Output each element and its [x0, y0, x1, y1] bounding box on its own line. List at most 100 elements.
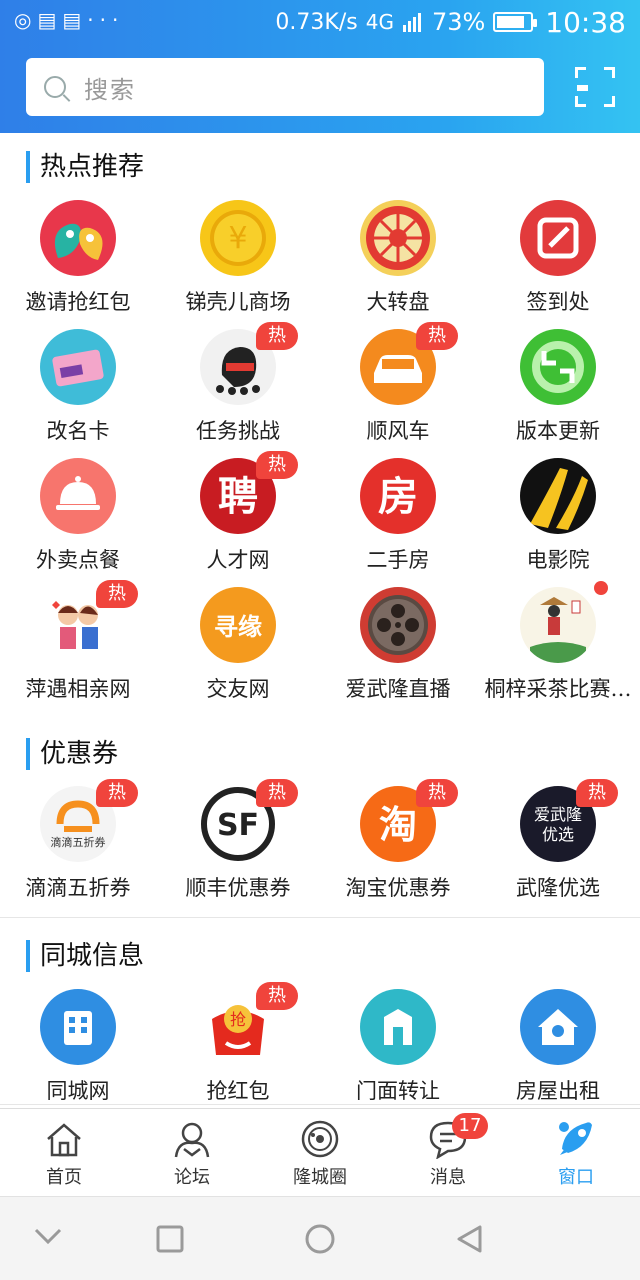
chevron-down-icon[interactable] [34, 1228, 62, 1245]
grid-item-label: 人才网 [206, 548, 270, 572]
hot-badge: 热 [96, 580, 138, 608]
grid-item[interactable]: 热任务挑战 [158, 322, 318, 459]
grid-item[interactable]: 电影院 [478, 458, 638, 588]
grid-item-label: 签到处 [526, 290, 590, 314]
grid-item[interactable]: 寻缘 交友网 [158, 587, 318, 717]
system-nav-bar [0, 1196, 640, 1280]
grid-item[interactable]: 签到处 [478, 200, 638, 330]
grid-item-label: 武隆优选 [516, 876, 600, 900]
search-placeholder: 搜索 [84, 75, 136, 104]
recent-apps-icon[interactable] [156, 1225, 184, 1253]
tab-forum[interactable]: 论坛 [128, 1109, 256, 1195]
grid-item[interactable]: 版本更新 [478, 329, 638, 459]
svg-text:优选: 优选 [542, 825, 574, 844]
battery-percent: 73% [431, 8, 486, 36]
grid-item-label: 抢红包 [206, 1079, 270, 1103]
search-input[interactable]: 搜索 [26, 58, 544, 116]
grid-item[interactable]: 门面转让 [318, 989, 478, 1119]
tea-picking-icon [520, 587, 596, 663]
grid-item[interactable]: SF 热顺丰优惠券 [158, 779, 318, 916]
grid-item-label: 电影院 [526, 548, 590, 572]
tab-message-bubble[interactable]: 17 消息 [384, 1109, 512, 1195]
grid-item[interactable]: 桐梓采茶比赛… [478, 581, 638, 717]
grid-item-label: 任务挑战 [196, 419, 280, 443]
grid-item[interactable]: 热萍遇相亲网 [0, 580, 158, 717]
grid-item-label: 锑壳儿商场 [185, 290, 291, 314]
back-icon[interactable] [457, 1225, 482, 1253]
grid-item-label: 版本更新 [516, 419, 600, 443]
grid-item[interactable]: 聘热人才网 [158, 451, 318, 588]
checkin-edit-icon [520, 200, 596, 276]
header: ◎▤▤··· 0.73K/s 4G 73% 10:38 搜索 [0, 0, 640, 133]
grid-item[interactable]: 改名卡 [0, 329, 158, 459]
grid-item-label: 门面转让 [356, 1079, 440, 1103]
more-icon: ··· [87, 8, 125, 32]
circle-planet-icon [300, 1119, 340, 1159]
tab-rocket[interactable]: 窗口 [512, 1109, 640, 1195]
rename-card-icon [40, 329, 116, 405]
network-type: 4G [365, 10, 394, 34]
hot-badge: 热 [416, 779, 458, 807]
hot-badge: 热 [576, 779, 618, 807]
battery-icon [493, 12, 538, 32]
grid-item[interactable]: 房屋出租 [478, 989, 638, 1119]
cinema-road-icon [520, 458, 596, 534]
scan-icon[interactable] [575, 67, 615, 107]
grid-item[interactable]: 滴滴五折券 热滴滴五折券 [0, 779, 158, 916]
grid-item[interactable]: 热顺风车 [318, 322, 478, 459]
gold-coin-icon: ¥ [200, 200, 276, 276]
svg-text:SF: SF [217, 808, 259, 843]
hot-badge: 热 [256, 779, 298, 807]
grid-item-label: 滴滴五折券 [25, 876, 131, 900]
grid-item-label: 交友网 [206, 677, 270, 701]
home-circle-icon[interactable] [305, 1224, 335, 1254]
svg-text:爱武隆: 爱武隆 [534, 805, 582, 824]
grid-item[interactable]: 邀请抢红包 [0, 200, 158, 330]
status-left-icons: ◎▤▤··· [14, 8, 124, 32]
clock: 10:38 [545, 5, 626, 39]
grid-item[interactable]: ¥ 锑壳儿商场 [158, 200, 318, 330]
grid-item-label: 同城网 [46, 1079, 110, 1103]
search-icon [44, 76, 66, 98]
section-divider [0, 1104, 640, 1105]
grid-item-label: 改名卡 [46, 419, 110, 443]
house-location-icon [520, 989, 596, 1065]
svg-text:抢: 抢 [230, 1010, 246, 1029]
section-divider [0, 917, 640, 918]
tab-circle-planet[interactable]: 隆城圈 [256, 1109, 384, 1195]
grid-item[interactable]: 外卖点餐 [0, 458, 158, 588]
grid-item-label: 爱武隆直播 [345, 677, 451, 701]
shop-door-icon [360, 989, 436, 1065]
grid-item[interactable]: 同城网 [0, 989, 158, 1119]
status-right: 0.73K/s 4G 73% 10:38 [275, 4, 626, 40]
svg-text:寻缘: 寻缘 [214, 612, 262, 641]
grid-item-label: 淘宝优惠券 [345, 876, 451, 900]
svg-text:房: 房 [378, 473, 418, 520]
tab-label: 首页 [46, 1167, 82, 1188]
net-speed: 0.73K/s [275, 9, 358, 35]
hot-badge: 热 [256, 451, 298, 479]
hot-badge: 热 [416, 322, 458, 350]
status-bar: ◎▤▤··· 0.73K/s 4G 73% 10:38 [0, 0, 640, 44]
hot-badge: 热 [96, 779, 138, 807]
grid-item-label: 邀请抢红包 [25, 290, 131, 314]
food-cloche-icon [40, 458, 116, 534]
grid-item[interactable]: 抢热抢红包 [158, 982, 318, 1119]
grid-item[interactable]: 淘热淘宝优惠券 [318, 779, 478, 916]
grid-item-label: 顺丰优惠券 [185, 876, 291, 900]
tab-label: 隆城圈 [293, 1167, 347, 1188]
grid-item-label: 顺风车 [366, 419, 430, 443]
grid-item[interactable]: 爱武隆 优选热武隆优选 [478, 779, 638, 916]
section-title: 优惠券 [26, 738, 118, 770]
grid-item[interactable]: 房二手房 [318, 458, 478, 588]
forum-icon [172, 1119, 212, 1159]
house-char-icon: 房 [360, 458, 436, 534]
grid-item[interactable]: 爱武隆直播 [318, 587, 478, 717]
grid-item[interactable]: 大转盘 [318, 200, 478, 330]
tab-label: 窗口 [558, 1167, 594, 1188]
tab-label: 论坛 [174, 1167, 210, 1188]
grid-item-label: 二手房 [366, 548, 430, 572]
svg-text:聘: 聘 [218, 473, 258, 520]
tab-home[interactable]: 首页 [0, 1109, 128, 1195]
section-title: 同城信息 [26, 940, 144, 972]
